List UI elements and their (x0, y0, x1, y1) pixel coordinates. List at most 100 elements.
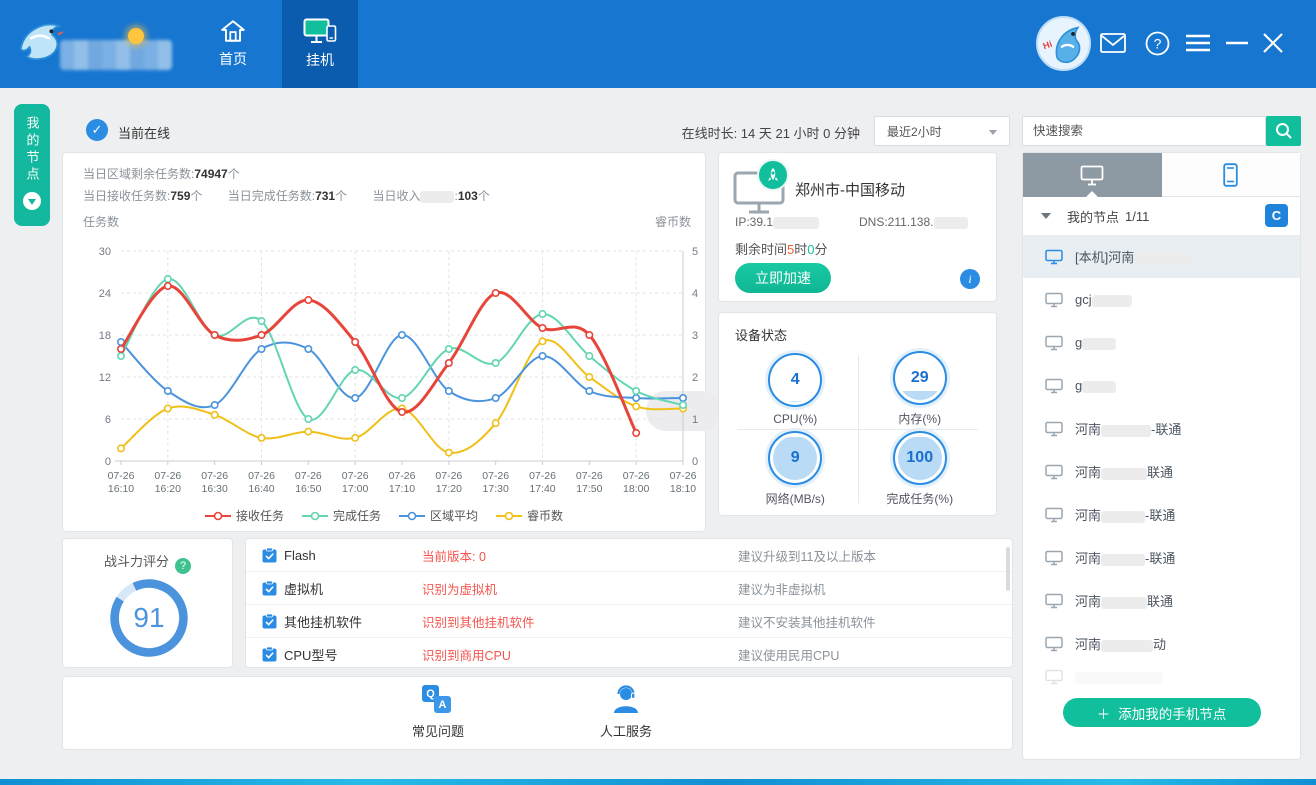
legend-marker-icon (399, 511, 425, 521)
left-axis-title: 任务数 (83, 213, 119, 230)
close-icon (1262, 32, 1284, 54)
tab-home[interactable]: 首页 (196, 0, 270, 88)
node-list-item[interactable] (1023, 665, 1300, 689)
refresh-button[interactable]: C (1265, 204, 1288, 227)
sidebar-tab-my-nodes[interactable]: 我的节点 (14, 104, 50, 226)
online-status-label: 当前在线 (118, 123, 170, 142)
help-button[interactable]: ? (1142, 28, 1172, 58)
node-name: gcj (1075, 292, 1132, 307)
tab-hangup[interactable]: 挂机 (282, 0, 358, 88)
check-suggestion: 建议使用民用CPU (738, 645, 839, 664)
legend-item[interactable]: 区域平均 (399, 507, 478, 524)
device-gauge: 29 内存(%) (858, 349, 983, 429)
clipboard-check-icon (262, 548, 277, 563)
node-name: g (1075, 378, 1116, 393)
node-name: 河南-联通 (1075, 505, 1175, 524)
legend-marker-icon (205, 511, 231, 521)
check-row: 其他挂机软件 识别到其他挂机软件 建议不安装其他挂机软件 (246, 605, 1012, 638)
redacted-text (1082, 381, 1116, 393)
customer-service-link[interactable]: 人工服务 (546, 685, 706, 740)
close-button[interactable] (1258, 28, 1288, 58)
legend-item[interactable]: 接收任务 (205, 507, 284, 524)
node-list-item[interactable]: 河南动 (1023, 622, 1300, 665)
menu-button[interactable] (1183, 28, 1213, 58)
gauge-label: 内存(%) (898, 410, 941, 427)
accelerate-button[interactable]: 立即加速 (735, 263, 831, 293)
agent-icon (611, 685, 641, 715)
logo-text-redacted (60, 40, 172, 70)
online-duration: 在线时长: 14 天 21 小时 0 分钟 (640, 123, 860, 142)
add-phone-node-button[interactable]: ＋ 添加我的手机节点 (1063, 698, 1261, 727)
monitor-icon (1045, 378, 1063, 394)
search-icon (1275, 122, 1293, 140)
redacted-text (1134, 253, 1192, 265)
redacted-text (1101, 425, 1151, 437)
menu-icon (1185, 34, 1211, 52)
node-panel: 我的节点 1/11 C [本机]河南 gcj g g 河南-联通 河南联通 河南… (1022, 152, 1301, 760)
app-logo (12, 12, 212, 78)
plus-icon: ＋ (1097, 703, 1111, 723)
device-gauge: 100 完成任务(%) (858, 429, 983, 509)
gauge-grid: 4 CPU(%) 29 内存(%) 9 网络(MB/s) 100 完成任务(%) (733, 349, 982, 509)
gauge-circle: 100 (893, 431, 947, 485)
tab-phone-nodes[interactable] (1162, 153, 1301, 197)
node-list-item[interactable]: 河南-联通 (1023, 407, 1300, 450)
monitor-icon (1045, 421, 1063, 437)
minimize-button[interactable] (1222, 28, 1252, 58)
svg-text:07-26: 07-26 (623, 470, 650, 482)
score-help-icon[interactable]: ? (175, 558, 191, 574)
mail-icon (1100, 33, 1126, 53)
faq-link[interactable]: QA 常见问题 (358, 685, 518, 740)
node-list-item[interactable]: 河南-联通 (1023, 493, 1300, 536)
check-suggestion: 建议为非虚拟机 (738, 579, 826, 598)
node-list-item[interactable]: g (1023, 321, 1300, 364)
avatar[interactable]: Hi (1036, 16, 1091, 71)
online-check-icon: ✓ (86, 119, 108, 141)
legend-item[interactable]: 完成任务 (302, 507, 381, 524)
svg-text:12: 12 (99, 372, 111, 384)
check-row: Flash 当前版本: 0 建议升级到11及以上版本 (246, 539, 1012, 572)
monitor-icon (1045, 464, 1063, 480)
svg-text:0: 0 (105, 456, 111, 468)
help-links-card: QA 常见问题 人工服务 (62, 676, 1013, 750)
search-input[interactable] (1023, 117, 1265, 145)
svg-text:07-26: 07-26 (342, 470, 369, 482)
check-suggestion: 建议不安装其他挂机软件 (738, 612, 876, 631)
node-name: 河南-联通 (1075, 419, 1181, 438)
svg-text:07-26: 07-26 (389, 470, 416, 482)
node-list-item[interactable]: 河南联通 (1023, 579, 1300, 622)
gauge-label: 完成任务(%) (886, 490, 953, 507)
stat-received: 当日接收任务数:759个 (83, 189, 202, 203)
node-list-item[interactable]: g (1023, 364, 1300, 407)
gauge-circle: 9 (768, 431, 822, 485)
tab-computer-nodes[interactable] (1023, 153, 1162, 197)
node-group-header[interactable]: 我的节点 1/11 C (1023, 197, 1300, 235)
time-range-select[interactable]: 最近2小时 (874, 116, 1010, 146)
node-list-item[interactable]: gcj (1023, 278, 1300, 321)
monitor-icon (1045, 636, 1063, 652)
check-name: Flash (284, 548, 316, 563)
svg-text:17:40: 17:40 (529, 483, 555, 495)
node-list-item[interactable]: 河南联通 (1023, 450, 1300, 493)
monitor-icon (1045, 593, 1063, 609)
stat-region-remaining: 当日区域剩余任务数:74947个 (83, 165, 240, 182)
faq-label: 常见问题 (412, 721, 464, 740)
svg-text:07-26: 07-26 (248, 470, 275, 482)
stat-income: 当日收入:103个 (372, 189, 489, 203)
select-caret-icon (989, 130, 997, 135)
node-list-item[interactable]: 河南-联通 (1023, 536, 1300, 579)
scrollbar-thumb[interactable] (1006, 547, 1010, 591)
node-name: 河南动 (1075, 634, 1166, 653)
search-button[interactable] (1266, 116, 1301, 146)
svg-text:17:10: 17:10 (389, 483, 415, 495)
info-icon[interactable]: i (960, 269, 980, 289)
mail-button[interactable] (1098, 28, 1128, 58)
node-list-item[interactable]: [本机]河南 (1023, 235, 1300, 278)
monitor-icon (1045, 249, 1063, 265)
svg-text:24: 24 (99, 288, 111, 300)
legend-item[interactable]: 睿币数 (496, 507, 563, 524)
tasks-line-chart: 07-2616:1007-2616:2007-2616:3007-2616:40… (71, 229, 699, 501)
device-status-card: 设备状态 4 CPU(%) 29 内存(%) 9 网络(MB/s) 100 完成… (718, 312, 997, 516)
svg-text:07-26: 07-26 (576, 470, 603, 482)
score-value: 91 (106, 575, 192, 661)
